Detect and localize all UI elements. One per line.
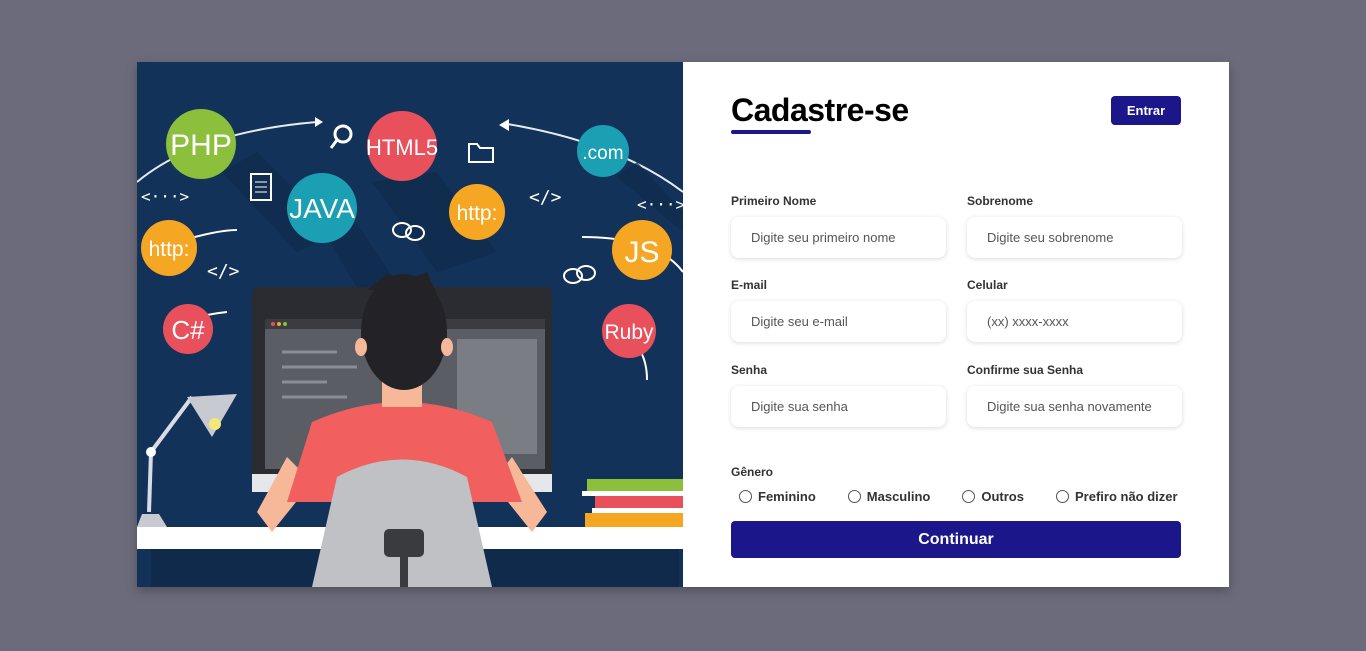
svg-text:JS: JS — [624, 236, 659, 269]
svg-text:</>: </> — [207, 261, 240, 282]
last-name-label: Sobrenome — [967, 194, 1034, 208]
email-input[interactable] — [731, 301, 946, 342]
svg-text:.com: .com — [582, 143, 623, 164]
confirm-password-label: Confirme sua Senha — [967, 363, 1084, 377]
signup-card: PHP HTML5 .com JAVA http: http: JS C# Ru… — [137, 62, 1229, 587]
js-badge: JS — [612, 220, 672, 280]
page-title: Cadastre-se — [731, 92, 909, 128]
radio-circle-icon[interactable] — [739, 490, 752, 503]
http-badge-right: http: — [449, 184, 505, 240]
title-underline — [731, 130, 811, 134]
php-badge: PHP — [166, 109, 236, 179]
signup-form: Cadastre-se Entrar Primeiro Nome Sobreno… — [683, 62, 1229, 587]
gender-option-feminino[interactable]: Feminino — [739, 489, 816, 504]
first-name-input[interactable] — [731, 217, 946, 258]
com-badge: .com — [577, 125, 629, 177]
http-badge-left: http: — [141, 220, 197, 276]
radio-circle-icon[interactable] — [847, 490, 861, 503]
radio-label: Feminino — [758, 489, 816, 504]
email-label: E-mail — [731, 278, 768, 292]
html5-badge: HTML5 — [366, 111, 438, 181]
desk-lamp — [137, 394, 237, 527]
email-field-group: E-mail — [731, 278, 946, 342]
phone-input[interactable] — [967, 301, 1182, 342]
svg-text:JAVA: JAVA — [289, 193, 355, 224]
login-button[interactable]: Entrar — [1111, 96, 1181, 125]
svg-text:<···>: <···> — [637, 195, 683, 214]
first-name-label: Primeiro Nome — [731, 194, 817, 208]
gender-label: Gênero — [731, 465, 774, 479]
java-badge: JAVA — [287, 173, 357, 243]
svg-text:HTML5: HTML5 — [366, 135, 438, 160]
first-name-field-group: Primeiro Nome — [731, 194, 946, 258]
password-input[interactable] — [731, 386, 946, 427]
radio-label: Outros — [981, 489, 1024, 504]
continue-button[interactable]: Continuar — [731, 521, 1181, 558]
svg-text:PHP: PHP — [170, 129, 232, 162]
confirm-password-input[interactable] — [967, 386, 1182, 427]
svg-text:http:: http: — [149, 238, 190, 261]
illustration-canvas: PHP HTML5 .com JAVA http: http: JS C# Ru… — [137, 109, 683, 587]
confirm-password-field-group: Confirme sua Senha — [967, 363, 1182, 427]
csharp-badge: C# — [163, 304, 213, 354]
svg-text:<···>: <···> — [141, 187, 189, 206]
gender-radio-group: Feminino Masculino Outros Prefiro não di… — [739, 489, 1178, 504]
book-stack — [582, 479, 683, 527]
radio-circle-icon[interactable] — [1055, 490, 1069, 503]
developer-illustration: PHP HTML5 .com JAVA http: http: JS C# Ru… — [137, 62, 683, 587]
gender-option-masculino[interactable]: Masculino — [847, 489, 931, 504]
password-label: Senha — [731, 363, 768, 377]
svg-text:</>: </> — [529, 187, 562, 208]
ruby-badge: Ruby — [602, 304, 656, 358]
svg-text:C#: C# — [171, 315, 205, 345]
phone-label: Celular — [967, 278, 1008, 292]
radio-label: Prefiro não dizer — [1074, 489, 1178, 504]
last-name-field-group: Sobrenome — [967, 194, 1182, 258]
last-name-input[interactable] — [967, 217, 1182, 258]
radio-label: Masculino — [866, 489, 931, 504]
password-field-group: Senha — [731, 363, 946, 427]
phone-field-group: Celular — [967, 278, 1182, 342]
svg-text:http:: http: — [457, 202, 498, 225]
magnifier-icon — [329, 124, 353, 149]
office-chair — [312, 459, 492, 587]
svg-text:Ruby: Ruby — [604, 321, 654, 344]
folder-icon — [468, 143, 494, 163]
gender-option-outros[interactable]: Outros — [962, 489, 1024, 504]
radio-circle-icon[interactable] — [962, 490, 976, 503]
gender-option-prefiro-nao-dizer[interactable]: Prefiro não dizer — [1055, 489, 1178, 504]
